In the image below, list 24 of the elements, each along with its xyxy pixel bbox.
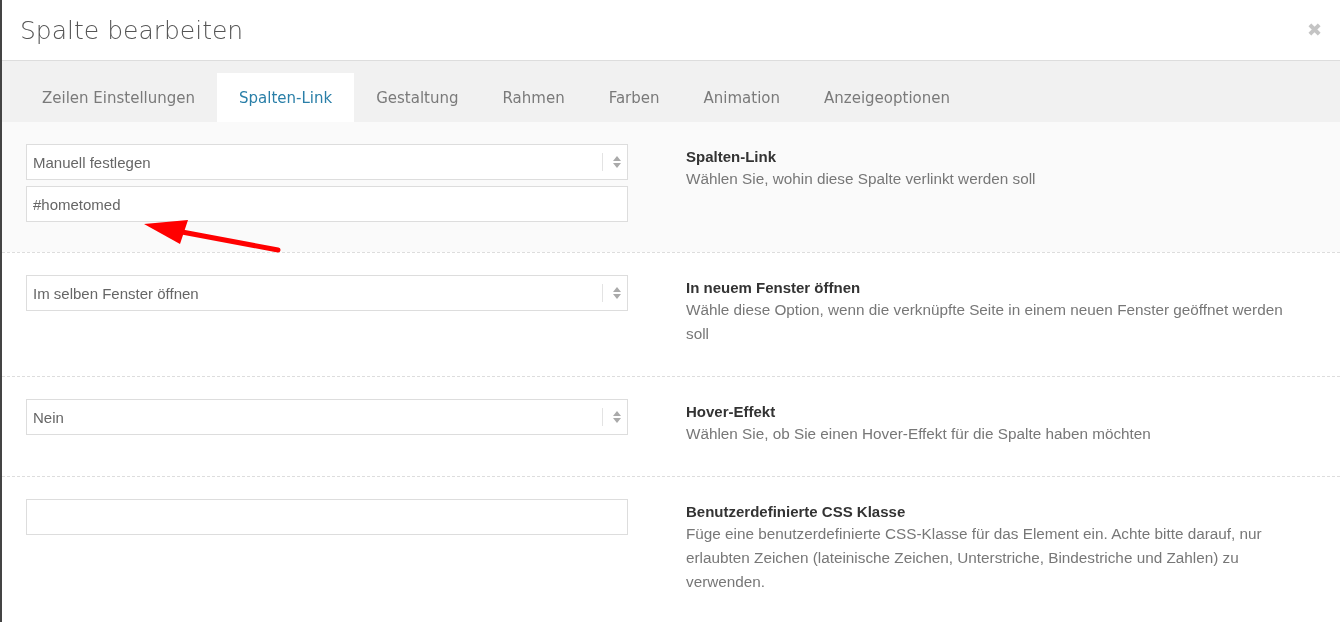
tab[interactable]: Gestaltung [354, 73, 481, 122]
dialog-title: Spalte bearbeiten [20, 15, 244, 45]
input-field[interactable]: #hometomed [26, 186, 628, 222]
tab[interactable]: Animation [681, 73, 802, 122]
sort-arrows-icon [613, 156, 621, 168]
setting-description: Wählen Sie, wohin diese Spalte verlinkt werden soll [686, 169, 1037, 189]
setting-title: Benutzerdefinierte CSS Klasse [686, 503, 907, 520]
setting-description: Füge eine benutzerdefinierte CSS-Klasse für das Element ein. Achte bitte darauf, nur erlaubten Zeichen (lateinische Zeichen, Unterstriche, Bindestriche und Zahlen) zu verwenden. [686, 524, 1263, 592]
tab[interactable]: Farben [586, 73, 682, 122]
input-field[interactable] [26, 499, 628, 535]
setting-title: Spalten-Link [686, 148, 777, 165]
tab[interactable]: Spalten-Link [217, 73, 355, 122]
setting-description: Wähle diese Option, wenn die verknüpfte Seite in einem neuen Fenster geöffnet werden soll [686, 300, 1284, 344]
dropdown[interactable]: Nein [26, 399, 628, 435]
setting-title: In neuem Fenster öffnen [686, 279, 862, 296]
sort-arrows-icon [613, 411, 621, 423]
dropdown[interactable]: Manuell festlegen [26, 144, 628, 180]
setting-title: Hover-Effekt [686, 403, 777, 420]
dropdown[interactable]: Im selben Fenster öffnen [26, 275, 628, 311]
tab[interactable]: Rahmen [480, 73, 587, 122]
tab[interactable]: Zeilen Einstellungen [20, 73, 218, 122]
setting-description: Wählen Sie, ob Sie einen Hover-Effekt für die Spalte haben möchten [686, 424, 1152, 444]
sort-arrows-icon [613, 287, 621, 299]
tab[interactable]: Anzeigeoptionen [802, 73, 972, 122]
